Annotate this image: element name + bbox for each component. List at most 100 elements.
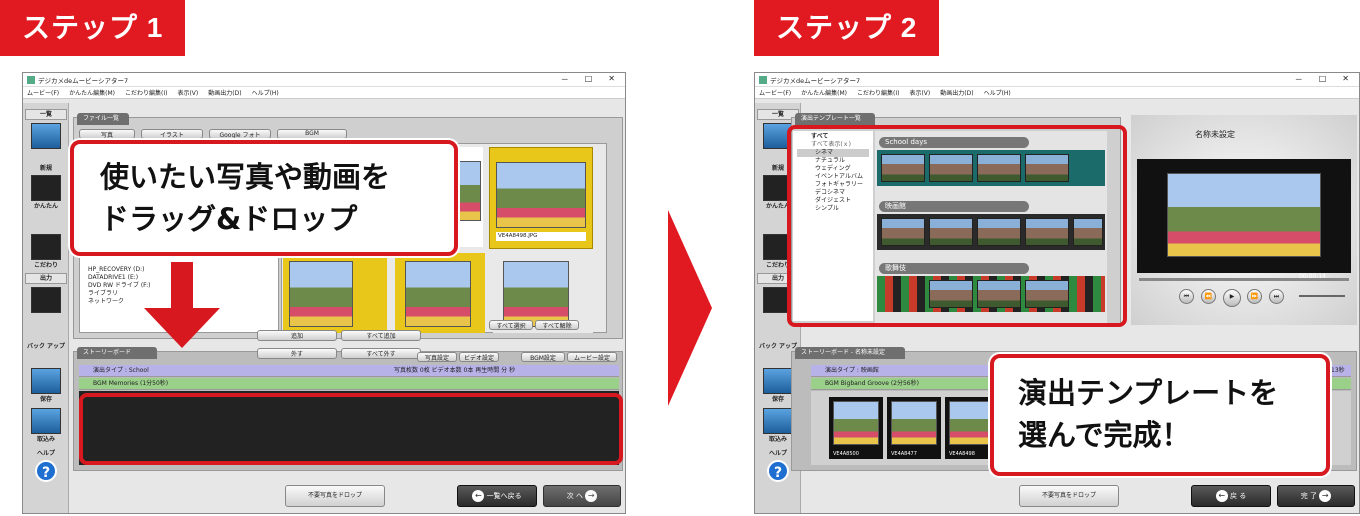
add-all-button[interactable]: すべて追加 [341,330,421,341]
deselect-all-button[interactable]: すべて解除 [535,320,579,330]
callout-line: 使いたい写真や動画を [100,160,391,194]
nav-save[interactable]: 保存 [25,365,67,403]
seek-bar[interactable] [1139,278,1349,281]
menu-bar: ムービー(F) かんたん編集(M) こだわり編集(I) 表示(V) 動画出力(D… [23,87,625,99]
menu-easy-edit[interactable]: かんたん編集(M) [69,88,115,97]
storyboard-tab[interactable]: ストーリーボード [77,347,157,359]
back-button[interactable]: ← 戻 る [1191,485,1271,507]
tree-item[interactable]: HP_RECOVERY (D:) [88,266,151,274]
finish-button[interactable]: 完 了 → [1277,485,1355,507]
next-step-arrow [668,210,712,406]
menu-output[interactable]: 動画出力(D) [940,88,973,97]
nav-import[interactable]: 取込み [25,405,67,443]
nav-help[interactable]: ヘルプ? [25,448,67,482]
nav-output[interactable]: 出力 [25,273,67,313]
file-tab[interactable]: ファイル一覧 [77,113,129,125]
bgm-settings-button[interactable]: BGM設定 [521,352,565,362]
next-button[interactable]: 次 へ → [543,485,621,507]
preview-image [1167,173,1321,257]
close-icon[interactable]: ✕ [608,74,615,85]
list-icon [31,123,61,149]
step1-window: デジカメdeムービーシアター7 － □ ✕ ムービー(F) かんたん編集(M) こだ… [22,72,626,514]
menu-view[interactable]: 表示(V) [909,88,930,97]
help-icon: ? [767,460,789,482]
nav-new[interactable]: 新規 かんたん [25,163,67,210]
video-settings-button[interactable]: ビデオ設定 [459,352,499,362]
drop-zone-highlight [79,393,623,465]
title-bar: デジカメdeムービーシアター7 － □ ✕ [23,73,625,87]
step2-callout: 演出テンプレートを 選んで完成！ [990,354,1330,476]
rewind-icon[interactable]: ⏪ [1201,289,1216,304]
menu-detail-edit[interactable]: こだわり編集(I) [125,88,167,97]
tab-google-photos[interactable]: Google フォト [209,129,271,139]
arrow-left-icon: ← [1215,490,1228,502]
menu-movie[interactable]: ムービー(F) [27,88,59,97]
app-icon [759,75,767,84]
close-icon[interactable]: ✕ [1342,74,1349,85]
forward-end-icon[interactable]: ⏭ [1269,289,1284,304]
window-title: デジカメdeムービーシアター7 [38,76,129,85]
arrow-left-icon: ← [472,490,485,502]
select-all-button[interactable]: すべて選択 [489,320,533,330]
callout-line: ドラッグ&ドロップ [100,202,358,236]
film-frame[interactable]: VE4A8477 [887,397,941,459]
menu-movie[interactable]: ムービー(F) [759,88,791,97]
menu-help[interactable]: ヘルプ(H) [984,88,1011,97]
forward-icon[interactable]: ⏩ [1247,289,1262,304]
nav-list[interactable]: 一覧 [25,109,67,149]
nav-backup: バック アップ [26,343,66,350]
back-to-list-button[interactable]: ← 一覧へ戻る [457,485,537,507]
step2-tag: ステップ 2 [754,0,940,56]
nav-custom[interactable]: こだわり [25,231,67,269]
minimize-icon[interactable]: － [561,74,569,85]
window-title: デジカメdeムービーシアター7 [770,76,861,85]
rewind-start-icon[interactable]: ⏮ [1179,289,1194,304]
step1-callout: 使いたい写真や動画を ドラッグ&ドロップ [70,140,458,256]
menu-output[interactable]: 動画出力(D) [208,88,241,97]
remove-all-button[interactable]: すべて外す [341,348,421,359]
selected-photo[interactable]: VE4A8498.JPG [489,147,593,249]
play-icon[interactable]: ▶ [1223,289,1241,307]
delete-unused-button[interactable]: 不要写真をドロップ [1019,485,1119,507]
photo-cell[interactable] [283,253,387,333]
menu-detail-edit[interactable]: こだわり編集(I) [857,88,899,97]
drag-arrow [171,262,193,310]
template-tab[interactable]: 演出テンプレート一覧 [795,113,875,125]
tab-illust[interactable]: イラスト [141,129,203,139]
delete-unused-button[interactable]: 不要写真をドロップ [285,485,385,507]
preview-screen [1137,159,1351,273]
tab-photo[interactable]: 写真 [79,129,135,139]
menu-view[interactable]: 表示(V) [177,88,198,97]
app-icon [27,75,35,84]
remove-button[interactable]: 外す [257,348,337,359]
maximize-icon[interactable]: □ [1319,74,1327,85]
title-bar: デジカメdeムービーシアター7 － □ ✕ [755,73,1359,87]
photo-cell[interactable] [395,253,485,333]
photo-filename: VE4A8498.JPG [496,232,586,241]
save-icon [31,368,61,394]
tree-item[interactable]: ネットワーク [88,298,151,306]
add-button[interactable]: 追加 [257,330,337,341]
tree-item[interactable]: DATADRIVE1 (E:) [88,274,151,282]
photo-settings-button[interactable]: 写真設定 [417,352,457,362]
movie-settings-button[interactable]: ムービー設定 [567,352,617,362]
menu-easy-edit[interactable]: かんたん編集(M) [801,88,847,97]
photo-thumbnail [496,162,586,228]
film-frame[interactable]: VE4A8500 [829,397,883,459]
minimize-icon[interactable]: － [1295,74,1303,85]
left-nav: 一覧 新規 かんたん こだわり 出力 バック アップ 保存 取込み ヘルプ? [23,103,69,513]
storyboard-tab[interactable]: ストーリーボード - 名称未設定 [795,347,905,359]
timeline-stats: 写真枚数 0枚 ビデオ本数 0本 再生時間 分 秒 [394,367,516,374]
tab-bgm[interactable]: BGM [277,129,347,139]
clapper-icon [31,175,61,201]
volume-slider[interactable] [1299,295,1345,297]
tree-item[interactable]: DVD RW ドライブ (F:) [88,282,151,290]
tree-item[interactable]: ライブラリ [88,290,151,298]
callout-line: 演出テンプレートを [1018,376,1279,410]
maximize-icon[interactable]: □ [585,74,593,85]
template-highlight [787,125,1127,327]
arrow-right-icon: → [585,490,598,502]
disc-icon [31,287,61,313]
menu-help[interactable]: ヘルプ(H) [252,88,279,97]
help-icon: ? [35,460,57,482]
